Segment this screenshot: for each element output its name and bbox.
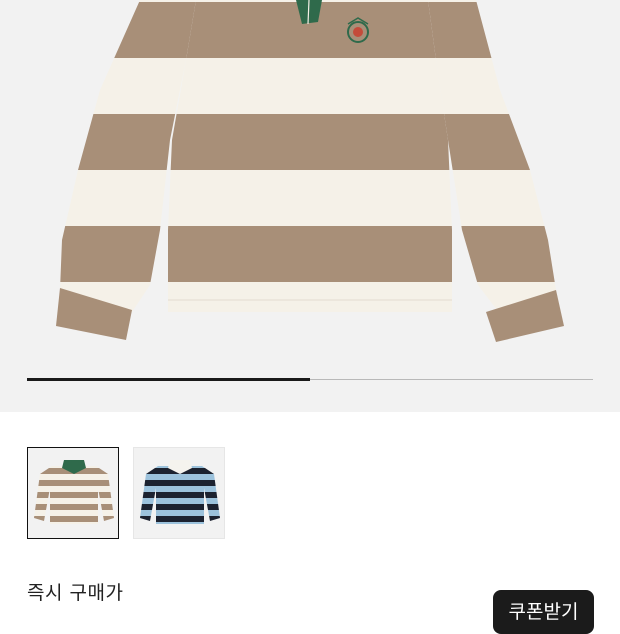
product-image-carousel[interactable] <box>0 0 620 412</box>
thumbnail-image <box>140 460 220 524</box>
thumbnail-beige-stripe[interactable] <box>27 447 119 539</box>
coupon-button[interactable]: 쿠폰받기 <box>493 590 594 634</box>
gallery-progress-fill <box>27 378 310 381</box>
instant-purchase-price-label: 즉시 구매가 <box>27 582 124 604</box>
thumbnail-blue-black-stripe[interactable] <box>133 447 225 539</box>
gallery-progress-track <box>27 378 593 381</box>
thumbnail-image <box>34 460 114 524</box>
product-photo <box>56 0 564 342</box>
thumbnail-strip <box>27 447 225 539</box>
